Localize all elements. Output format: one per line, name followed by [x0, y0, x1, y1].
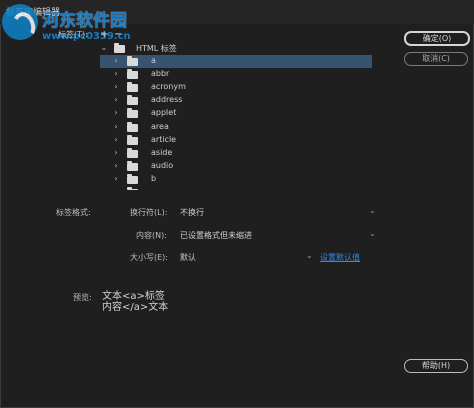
help-button[interactable]: 帮助(H): [404, 359, 468, 373]
tree-item-row[interactable]: › aside: [100, 147, 372, 160]
add-tag-button[interactable]: +: [100, 29, 108, 40]
chevron-right-icon[interactable]: ›: [112, 108, 120, 117]
folder-icon: [127, 56, 138, 66]
tree-item-label: applet: [151, 108, 177, 118]
title-bar: 标签库编辑器: [0, 0, 474, 24]
line-breaks-label: 换行符(L):: [130, 208, 168, 217]
folder-icon: [127, 121, 138, 132]
tree-item-label: address: [151, 95, 183, 105]
cancel-button[interactable]: 取消(C): [404, 52, 468, 66]
folder-icon: [127, 160, 138, 171]
folder-icon: [127, 108, 138, 119]
tree-item-row[interactable]: ›: [100, 186, 372, 190]
preview-label: 预览:: [73, 293, 92, 302]
set-default-link[interactable]: 设置默认值: [320, 252, 360, 263]
chevron-right-icon[interactable]: ›: [112, 95, 120, 104]
ok-button[interactable]: 确定(O): [404, 31, 470, 46]
tree-item-row[interactable]: › article: [100, 134, 372, 147]
folder-icon: [127, 147, 138, 158]
chevron-down-icon[interactable]: ⌄: [306, 251, 313, 260]
chevron-down-icon[interactable]: ⌄: [100, 43, 108, 52]
folder-icon: [127, 134, 138, 145]
tree-item-row[interactable]: › b: [100, 173, 372, 186]
tree-item-label: a: [151, 56, 156, 65]
case-select[interactable]: 默认: [180, 252, 196, 263]
tree-item-label: article: [151, 134, 177, 144]
remove-tag-button[interactable]: −: [114, 29, 122, 40]
tree-item-label: audio: [151, 160, 174, 170]
folder-icon: [127, 173, 138, 184]
case-label: 大小写(E):: [130, 253, 168, 262]
line-breaks-select[interactable]: 不换行: [180, 207, 204, 218]
tree-item-label: aside: [151, 147, 173, 157]
tree-item-row[interactable]: › abbr: [100, 68, 372, 81]
folder-icon: [127, 69, 138, 80]
chevron-down-icon[interactable]: ⌄: [369, 206, 376, 215]
preview-text: 文本<a>标签 内容</a>文本: [102, 291, 169, 313]
tree-item-label: abbr: [151, 69, 170, 79]
tree-root-label: HTML 标签: [136, 44, 177, 53]
folder-icon: [127, 82, 138, 93]
format-section-label: 标签格式:: [56, 208, 91, 217]
tree-item-row[interactable]: › acronym: [100, 81, 372, 94]
chevron-right-icon[interactable]: ›: [112, 69, 120, 78]
tree-item-label: b: [151, 173, 157, 183]
tag-tree[interactable]: ⌄ HTML 标签 › a › abbr › acronym › address › applet…: [100, 42, 372, 190]
tree-item-row[interactable]: › applet: [100, 107, 372, 120]
chevron-right-icon[interactable]: ›: [112, 135, 120, 144]
folder-icon: [127, 187, 138, 190]
chevron-right-icon[interactable]: ›: [112, 148, 120, 157]
chevron-right-icon[interactable]: ›: [112, 122, 120, 131]
folder-icon: [114, 43, 125, 53]
contents-select[interactable]: 已设置格式但未缩进: [180, 230, 252, 241]
chevron-down-icon[interactable]: ⌄: [369, 229, 376, 238]
chevron-right-icon[interactable]: ›: [112, 56, 120, 65]
tree-item-row[interactable]: › audio: [100, 160, 372, 173]
window-title: 标签库编辑器: [6, 8, 61, 18]
contents-label: 内容(N):: [136, 231, 167, 240]
chevron-right-icon[interactable]: ›: [112, 161, 120, 170]
tree-item-label: area: [151, 121, 169, 131]
folder-icon: [127, 95, 138, 106]
tree-item-row[interactable]: › address: [100, 94, 372, 107]
tree-item-label: acronym: [151, 82, 186, 92]
tags-label: 标签(T):: [58, 30, 88, 39]
tree-item-row[interactable]: › area: [100, 121, 372, 134]
chevron-right-icon[interactable]: ›: [112, 82, 120, 91]
chevron-right-icon[interactable]: ›: [112, 174, 120, 183]
chevron-right-icon[interactable]: ›: [112, 187, 120, 190]
tree-root-row[interactable]: ⌄ HTML 标签: [100, 42, 372, 55]
tree-item-row[interactable]: › a: [100, 55, 372, 68]
